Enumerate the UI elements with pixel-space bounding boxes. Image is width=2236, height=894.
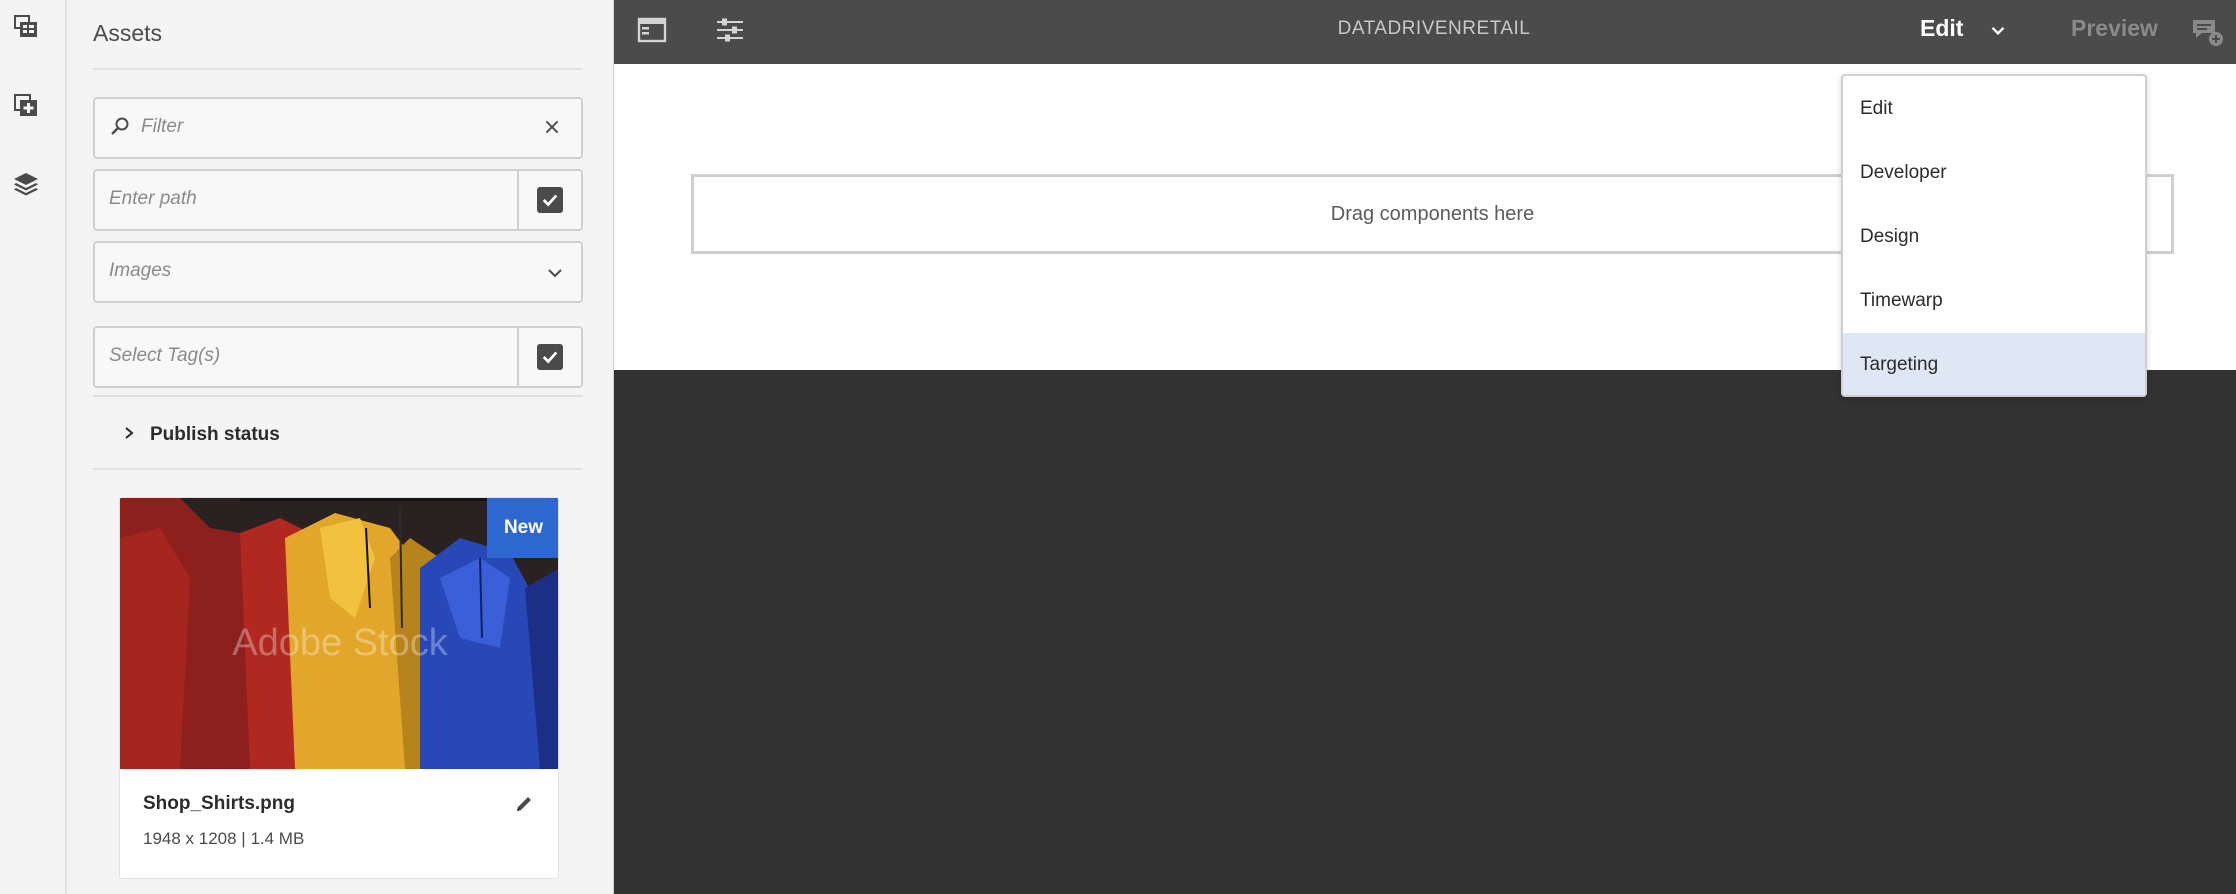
watermark-text: Adobe Stock <box>232 622 448 664</box>
publish-status-label: Publish status <box>150 424 280 445</box>
chevron-down-icon <box>545 263 565 283</box>
mode-menu: Edit Developer Design Timewarp Targeting <box>1841 74 2147 397</box>
preview-button[interactable]: Preview <box>2071 15 2158 42</box>
assets-panel: Assets Filter Enter path Images Select T… <box>67 0 614 894</box>
path-browse-button[interactable] <box>517 169 581 231</box>
new-badge: New <box>487 498 558 558</box>
asset-type-select[interactable]: Images <box>93 241 583 303</box>
components-icon <box>11 90 41 125</box>
asset-thumbnail: Adobe Stock New <box>120 498 558 769</box>
asset-type-value: Images <box>109 260 172 281</box>
search-icon <box>109 116 131 138</box>
tags-placeholder: Select Tag(s) <box>109 345 221 366</box>
asset-finder-icon <box>11 12 41 47</box>
mode-item-edit[interactable]: Edit <box>1843 77 2145 141</box>
asset-meta: 1948 x 1208 | 1.4 MB <box>143 829 305 848</box>
tags-field[interactable]: Select Tag(s) <box>93 326 583 388</box>
mode-item-developer[interactable]: Developer <box>1843 141 2145 205</box>
asset-name: Shop_Shirts.png <box>143 793 295 814</box>
divider <box>93 395 583 397</box>
page-properties-icon <box>715 17 745 48</box>
tags-picker-button[interactable] <box>517 326 581 388</box>
editor-toolbar: DATADRIVENRETAIL Edit Preview <box>614 0 2236 64</box>
mode-selector-label[interactable]: Edit <box>1920 15 1963 42</box>
path-field[interactable]: Enter path <box>93 169 583 231</box>
close-icon[interactable] <box>537 112 567 142</box>
toggle-side-panel-icon <box>637 17 667 48</box>
page-properties-button[interactable] <box>712 14 748 50</box>
mode-item-targeting[interactable]: Targeting <box>1843 333 2145 395</box>
filter-placeholder: Filter <box>141 116 184 137</box>
side-rail <box>0 0 67 894</box>
rail-layers-button[interactable] <box>4 163 48 207</box>
path-placeholder: Enter path <box>109 188 197 209</box>
chevron-down-icon[interactable] <box>1987 19 2009 41</box>
toggle-side-panel-button[interactable] <box>634 14 670 50</box>
divider <box>93 468 583 470</box>
rail-components-button[interactable] <box>4 85 48 129</box>
chevron-right-icon <box>122 426 136 445</box>
panel-title: Assets <box>93 20 163 46</box>
mode-item-timewarp[interactable]: Timewarp <box>1843 269 2145 333</box>
divider <box>93 68 583 70</box>
asset-card[interactable]: Adobe Stock New Shop_Shirts.png 1948 x 1… <box>119 497 559 879</box>
annotations-icon[interactable] <box>2190 16 2224 48</box>
layers-icon <box>11 168 41 203</box>
pencil-icon[interactable] <box>514 794 534 814</box>
filter-input[interactable]: Filter <box>93 97 583 159</box>
rail-assets-button[interactable] <box>4 7 48 51</box>
mode-item-design[interactable]: Design <box>1843 205 2145 269</box>
checkmark-icon <box>537 344 563 370</box>
publish-status-toggle[interactable]: Publish status <box>122 420 280 450</box>
checkmark-icon <box>537 187 563 213</box>
